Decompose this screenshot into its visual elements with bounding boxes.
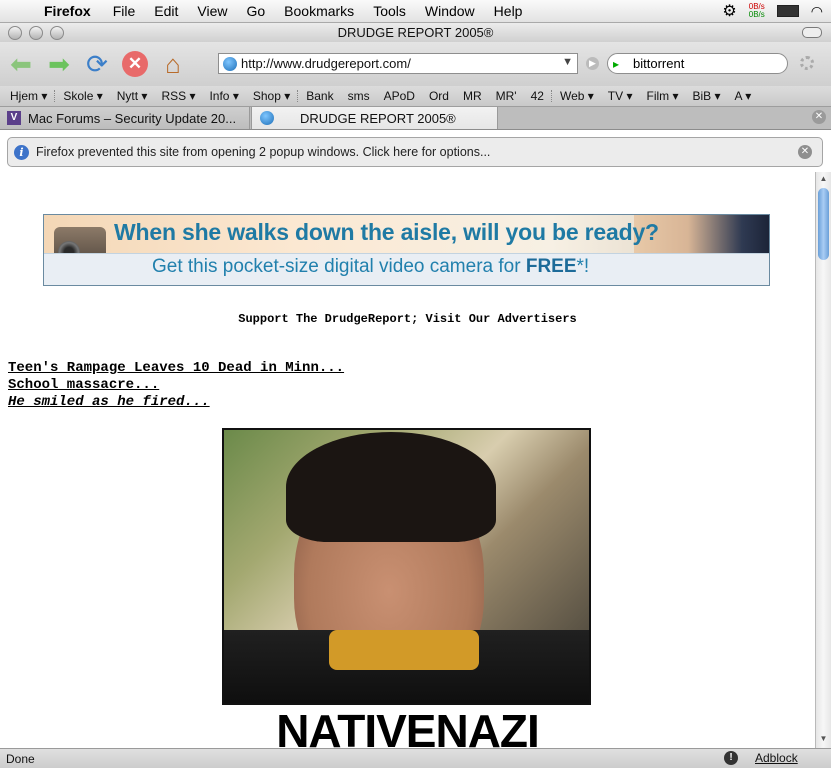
menu-edit[interactable]: Edit bbox=[154, 3, 178, 19]
tab-label: Mac Forums – Security Update 20... bbox=[28, 110, 237, 126]
banner-subline-suffix: *! bbox=[576, 256, 590, 277]
tab-bar: V Mac Forums – Security Update 20... DRU… bbox=[0, 107, 831, 130]
scroll-up-icon[interactable]: ▲ bbox=[816, 174, 831, 186]
search-engine-icon[interactable]: ▸ bbox=[613, 57, 633, 71]
vertical-scrollbar[interactable]: ▲ ▼ bbox=[815, 172, 831, 748]
banner-subline-prefix: Get this pocket-size digital video camer… bbox=[152, 256, 526, 277]
warning-icon[interactable]: ! bbox=[724, 751, 738, 765]
tab-drudge-report[interactable]: DRUDGE REPORT 2005® bbox=[251, 107, 498, 129]
search-bar[interactable]: ▸ bittorrent bbox=[607, 53, 788, 74]
menu-tools[interactable]: Tools bbox=[373, 3, 406, 19]
stop-icon: ✕ bbox=[127, 54, 143, 73]
notification-text[interactable]: Firefox prevented this site from opening… bbox=[36, 145, 490, 159]
url-history-dropdown-icon[interactable]: ▼ bbox=[562, 56, 573, 68]
search-input[interactable]: bittorrent bbox=[633, 56, 684, 71]
headline-list: Teen's Rampage Leaves 10 Dead in Minn...… bbox=[8, 360, 344, 411]
bookmark-shop[interactable]: Shop ▾ bbox=[246, 89, 297, 103]
bookmark-ord[interactable]: Ord bbox=[422, 89, 456, 103]
bookmark-web[interactable]: Web ▾ bbox=[553, 89, 601, 103]
forward-arrow-icon: ➡ bbox=[48, 48, 70, 79]
bookmark-hjem[interactable]: Hjem ▾ bbox=[0, 89, 54, 103]
bookmark-42[interactable]: 42 bbox=[524, 89, 551, 103]
bookmark-apod[interactable]: APoD bbox=[377, 89, 422, 103]
headline-link[interactable]: School massacre... bbox=[8, 377, 344, 394]
close-notification-icon[interactable]: ✕ bbox=[798, 145, 812, 159]
gear-icon[interactable]: ⚙ bbox=[722, 1, 736, 21]
bookmark-mr[interactable]: MR bbox=[456, 89, 489, 103]
forward-button[interactable]: ➡ bbox=[40, 46, 78, 82]
bookmark-film[interactable]: Film ▾ bbox=[639, 89, 685, 103]
globe-favicon-icon bbox=[260, 111, 274, 125]
headline-link[interactable]: Teen's Rampage Leaves 10 Dead in Minn... bbox=[8, 360, 344, 377]
url-bar[interactable]: http://www.drudgereport.com/ ▼ bbox=[218, 53, 578, 74]
reload-icon: ⟳ bbox=[86, 48, 108, 79]
minimize-window-button[interactable] bbox=[29, 26, 43, 40]
network-rate: 0B/s 0B/s bbox=[749, 3, 765, 19]
site-favicon-icon bbox=[223, 56, 237, 71]
mac-menubar: Firefox File Edit View Go Bookmarks Tool… bbox=[0, 0, 831, 23]
menu-app-firefox[interactable]: Firefox bbox=[44, 3, 91, 19]
toolbar-toggle-button[interactable] bbox=[802, 27, 822, 38]
menu-bookmarks[interactable]: Bookmarks bbox=[284, 3, 354, 19]
bookmarks-toolbar: Hjem ▾ Skole ▾ Nytt ▾ RSS ▾ Info ▾ Shop … bbox=[0, 86, 831, 107]
home-icon: ⌂ bbox=[165, 48, 181, 79]
bookmark-mr-prime[interactable]: MR' bbox=[489, 89, 524, 103]
status-bar: Done ! Adblock bbox=[0, 748, 831, 768]
menu-file[interactable]: File bbox=[113, 3, 136, 19]
tab-mac-forums[interactable]: V Mac Forums – Security Update 20... bbox=[0, 107, 250, 129]
mac-forums-favicon-icon: V bbox=[7, 111, 21, 125]
banner-subline: Get this pocket-size digital video camer… bbox=[152, 256, 589, 278]
bookmark-bib[interactable]: BiB ▾ bbox=[686, 89, 728, 103]
window-title: DRUDGE REPORT 2005® bbox=[337, 25, 494, 40]
reload-button[interactable]: ⟳ bbox=[78, 46, 116, 82]
url-text[interactable]: http://www.drudgereport.com/ bbox=[241, 56, 411, 71]
bookmark-bank[interactable]: Bank bbox=[299, 89, 340, 103]
support-advertisers-text: Support The DrudgeReport; Visit Our Adve… bbox=[238, 312, 577, 326]
menu-window[interactable]: Window bbox=[425, 3, 475, 19]
popup-blocked-notification[interactable]: i Firefox prevented this site from openi… bbox=[7, 137, 823, 167]
bookmark-skole[interactable]: Skole ▾ bbox=[56, 89, 109, 103]
menu-help[interactable]: Help bbox=[494, 3, 523, 19]
bookmark-tv[interactable]: TV ▾ bbox=[601, 89, 640, 103]
net-in-rate: 0B/s bbox=[748, 10, 765, 19]
close-tab-icon[interactable]: ✕ bbox=[812, 110, 826, 124]
photo-hair bbox=[286, 432, 496, 542]
bookmark-info[interactable]: Info ▾ bbox=[202, 89, 245, 103]
go-button[interactable]: ▶ bbox=[586, 57, 599, 70]
bookmark-nytt[interactable]: Nytt ▾ bbox=[110, 89, 155, 103]
stop-button[interactable]: ✕ bbox=[122, 51, 148, 77]
back-arrow-icon: ⬅ bbox=[10, 48, 32, 79]
home-button[interactable]: ⌂ bbox=[154, 46, 192, 82]
scrollbar-thumb[interactable] bbox=[818, 188, 829, 260]
throbber-icon bbox=[800, 56, 814, 70]
menubar-extras: ⚙ 0B/s 0B/s ◠ bbox=[722, 0, 823, 22]
tab-label: DRUDGE REPORT 2005® bbox=[300, 110, 456, 126]
photo-collar bbox=[329, 630, 479, 670]
bookmark-rss[interactable]: RSS ▾ bbox=[154, 89, 202, 103]
photo-caption: NATIVENAZI bbox=[276, 705, 540, 748]
menu-view[interactable]: View bbox=[197, 3, 227, 19]
info-icon: i bbox=[14, 144, 29, 160]
page-content: When she walks down the aisle, will you … bbox=[0, 172, 815, 748]
window-controls bbox=[8, 26, 64, 40]
back-button[interactable]: ⬅ bbox=[2, 46, 40, 82]
news-photo[interactable] bbox=[222, 428, 591, 705]
scroll-down-icon[interactable]: ▼ bbox=[816, 734, 831, 746]
banner-free-text: FREE bbox=[525, 256, 577, 277]
menu-go[interactable]: Go bbox=[246, 3, 265, 19]
close-window-button[interactable] bbox=[8, 26, 22, 40]
adblock-button[interactable]: Adblock bbox=[755, 751, 798, 765]
status-text: Done bbox=[6, 751, 35, 766]
battery-icon[interactable] bbox=[776, 5, 799, 17]
wifi-icon[interactable]: ◠ bbox=[811, 3, 823, 20]
banner-headline: When she walks down the aisle, will you … bbox=[114, 219, 659, 245]
zoom-window-button[interactable] bbox=[50, 26, 64, 40]
bookmark-sms[interactable]: sms bbox=[341, 89, 377, 103]
headline-link[interactable]: He smiled as he fired... bbox=[8, 394, 344, 411]
advertisement-banner[interactable]: When she walks down the aisle, will you … bbox=[43, 214, 770, 286]
navigation-toolbar: ⬅ ➡ ⟳ ✕ ⌂ http://www.drudgereport.com/ ▼… bbox=[0, 42, 831, 86]
window-titlebar: DRUDGE REPORT 2005® bbox=[0, 23, 831, 42]
bookmark-a[interactable]: A ▾ bbox=[728, 89, 759, 103]
